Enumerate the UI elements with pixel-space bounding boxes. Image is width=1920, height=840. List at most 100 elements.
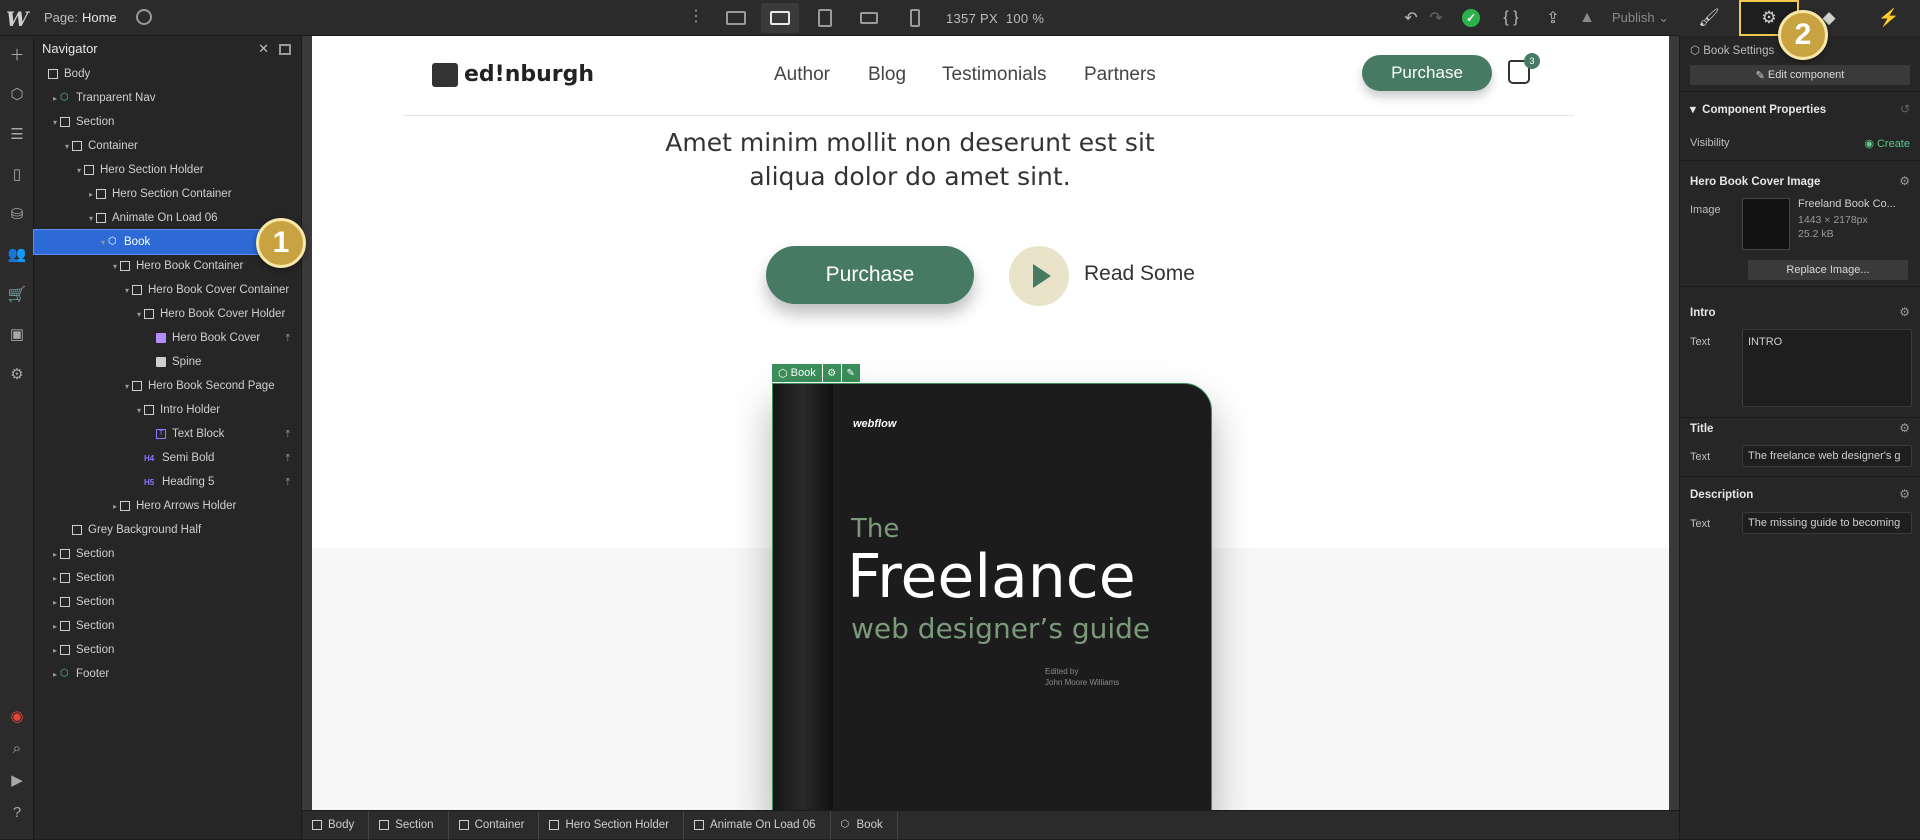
gear-icon[interactable]: ⚙: [1899, 305, 1910, 319]
expand-caret-icon[interactable]: ▾: [62, 142, 72, 151]
intro-text-field[interactable]: INTRO: [1742, 329, 1912, 407]
hero-purchase-button[interactable]: Purchase: [766, 246, 974, 304]
undo-icon[interactable]: ↶: [1400, 7, 1422, 29]
site-logo[interactable]: ed!nburgh: [432, 62, 594, 87]
lightning-icon[interactable]: ⚡: [1859, 0, 1919, 36]
breakpoint-mobile-landscape[interactable]: [850, 3, 888, 33]
navigator-item[interactable]: ▸ Section: [34, 542, 302, 566]
expand-caret-icon[interactable]: ▸: [50, 622, 60, 631]
expand-caret-icon[interactable]: ▾: [74, 166, 84, 175]
expand-caret-icon[interactable]: ▸: [50, 646, 60, 655]
breakpoint-mobile-portrait[interactable]: [896, 3, 934, 33]
ecommerce-cart-icon[interactable]: 🛒: [7, 284, 27, 304]
help-icon[interactable]: ?: [7, 802, 27, 822]
navigator-item[interactable]: ▾ Hero Book Cover Holder: [34, 302, 302, 326]
gear-icon[interactable]: ⚙: [1899, 487, 1910, 501]
reset-icon[interactable]: ↺: [1900, 102, 1910, 116]
breadcrumb-item[interactable]: Container: [449, 810, 540, 840]
close-icon[interactable]: ✕: [258, 41, 269, 57]
title-text-field[interactable]: The freelance web designer's g: [1742, 445, 1912, 467]
navigator-item[interactable]: H4 Semi Bold ⤒: [34, 446, 302, 470]
expand-caret-icon[interactable]: ▸: [110, 502, 120, 511]
dock-panel-icon[interactable]: [279, 44, 291, 55]
book-element-tag[interactable]: ⬡ Book: [772, 364, 822, 382]
expand-caret-icon[interactable]: ▸: [50, 670, 60, 679]
cms-database-icon[interactable]: ⛁: [7, 204, 27, 224]
navigator-item[interactable]: ▸ Section: [34, 614, 302, 638]
preview-eye-icon[interactable]: [136, 9, 152, 25]
export-icon[interactable]: ⇪: [1542, 7, 1564, 29]
site-nav-author[interactable]: Author: [774, 64, 830, 86]
symbols-cube-icon[interactable]: ⬡: [7, 84, 27, 104]
site-nav-blog[interactable]: Blog: [868, 64, 906, 86]
breadcrumb-item[interactable]: Section: [369, 810, 449, 840]
edit-component-button[interactable]: ✎ Edit component: [1690, 65, 1910, 85]
navigator-item[interactable]: Hero Book Cover ⤒: [34, 326, 302, 350]
page-selector[interactable]: Page: Home: [44, 10, 117, 25]
redo-icon[interactable]: ↷: [1425, 7, 1447, 29]
navigator-item[interactable]: Spine: [34, 350, 302, 374]
navigator-item[interactable]: Body: [34, 62, 302, 86]
breakpoint-desktop-base[interactable]: [761, 3, 799, 33]
play-icon[interactable]: [1009, 246, 1069, 306]
breakpoint-tablet[interactable]: [806, 3, 844, 33]
breadcrumb-item[interactable]: Body: [302, 810, 370, 840]
breadcrumb-item[interactable]: Hero Section Holder: [539, 810, 685, 840]
site-nav-partners[interactable]: Partners: [1084, 64, 1156, 86]
header-purchase-button[interactable]: Purchase: [1362, 55, 1492, 91]
gear-icon[interactable]: ⚙: [1899, 421, 1910, 435]
navigator-item[interactable]: ▸ Section: [34, 566, 302, 590]
settings-icon[interactable]: ⚙: [7, 364, 27, 384]
pages-icon[interactable]: ▯: [7, 164, 27, 184]
add-elements-icon[interactable]: ＋: [7, 44, 27, 64]
navigator-item[interactable]: ▸ ⬡ Tranparent Nav: [34, 86, 302, 110]
navigator-item[interactable]: ▸ Section: [34, 590, 302, 614]
component-properties-header[interactable]: ▾ Component Properties: [1690, 102, 1826, 116]
breakpoint-large-desktop[interactable]: [717, 3, 755, 33]
navigator-item[interactable]: H5 Heading 5 ⤒: [34, 470, 302, 494]
image-preview[interactable]: Freeland Book Co... 1443 × 2178px 25.2 k…: [1742, 198, 1912, 254]
replace-image-button[interactable]: Replace Image...: [1748, 260, 1908, 280]
navigator-item[interactable]: ▸ Hero Arrows Holder: [34, 494, 302, 518]
navigator-item[interactable]: ▸ Section: [34, 638, 302, 662]
code-icon[interactable]: { }: [1500, 7, 1522, 29]
navigator-item[interactable]: ▸ ⬡ Footer: [34, 662, 302, 686]
expand-caret-icon[interactable]: ▾: [122, 286, 132, 295]
read-some-link[interactable]: Read Some: [1084, 262, 1195, 286]
navigator-item[interactable]: ▾ Hero Book Cover Container: [34, 278, 302, 302]
navigator-item[interactable]: Grey Background Half: [34, 518, 302, 542]
page-canvas[interactable]: ed!nburgh Author Blog Testimonials Partn…: [312, 36, 1669, 810]
expand-caret-icon[interactable]: ▸: [50, 94, 60, 103]
expand-caret-icon[interactable]: ▾: [86, 214, 96, 223]
users-icon[interactable]: 👥: [7, 244, 27, 264]
visibility-create-button[interactable]: ◉ Create: [1864, 137, 1910, 150]
webflow-logo[interactable]: W: [6, 7, 30, 31]
expand-caret-icon[interactable]: ▾: [134, 310, 144, 319]
navigator-item[interactable]: ▾ Intro Holder: [34, 398, 302, 422]
description-text-field[interactable]: The missing guide to becoming: [1742, 512, 1912, 534]
expand-caret-icon[interactable]: ▾: [50, 118, 60, 127]
element-edit-pencil-icon[interactable]: ✎: [841, 364, 860, 382]
breadcrumb-item[interactable]: ⬡ Book: [831, 810, 898, 840]
navigator-icon[interactable]: ☰: [7, 124, 27, 144]
navigator-item[interactable]: ▾ Section: [34, 110, 302, 134]
navigator-item[interactable]: ▾ Hero Section Holder: [34, 158, 302, 182]
breadcrumb-item[interactable]: Animate On Load 06: [684, 810, 831, 840]
navigator-item[interactable]: ▾ Container: [34, 134, 302, 158]
expand-caret-icon[interactable]: ▸: [86, 190, 96, 199]
record-icon[interactable]: ◉: [7, 706, 27, 726]
expand-caret-icon[interactable]: ▸: [50, 550, 60, 559]
site-nav-testimonials[interactable]: Testimonials: [942, 64, 1047, 86]
gear-icon[interactable]: ⚙: [1899, 174, 1910, 188]
expand-caret-icon[interactable]: ▾: [122, 382, 132, 391]
navigator-item[interactable]: T Text Block ⤒: [34, 422, 302, 446]
expand-caret-icon[interactable]: ▾: [98, 238, 108, 247]
element-settings-gear-icon[interactable]: ⚙: [822, 364, 841, 382]
expand-caret-icon[interactable]: ▸: [50, 574, 60, 583]
navigator-item[interactable]: ▸ Hero Section Container: [34, 182, 302, 206]
more-breakpoints-icon[interactable]: ⋮: [688, 8, 704, 26]
style-brush-icon[interactable]: 🖌: [1679, 0, 1739, 36]
expand-caret-icon[interactable]: ▾: [110, 262, 120, 271]
expand-caret-icon[interactable]: ▾: [134, 406, 144, 415]
expand-caret-icon[interactable]: ▸: [50, 598, 60, 607]
